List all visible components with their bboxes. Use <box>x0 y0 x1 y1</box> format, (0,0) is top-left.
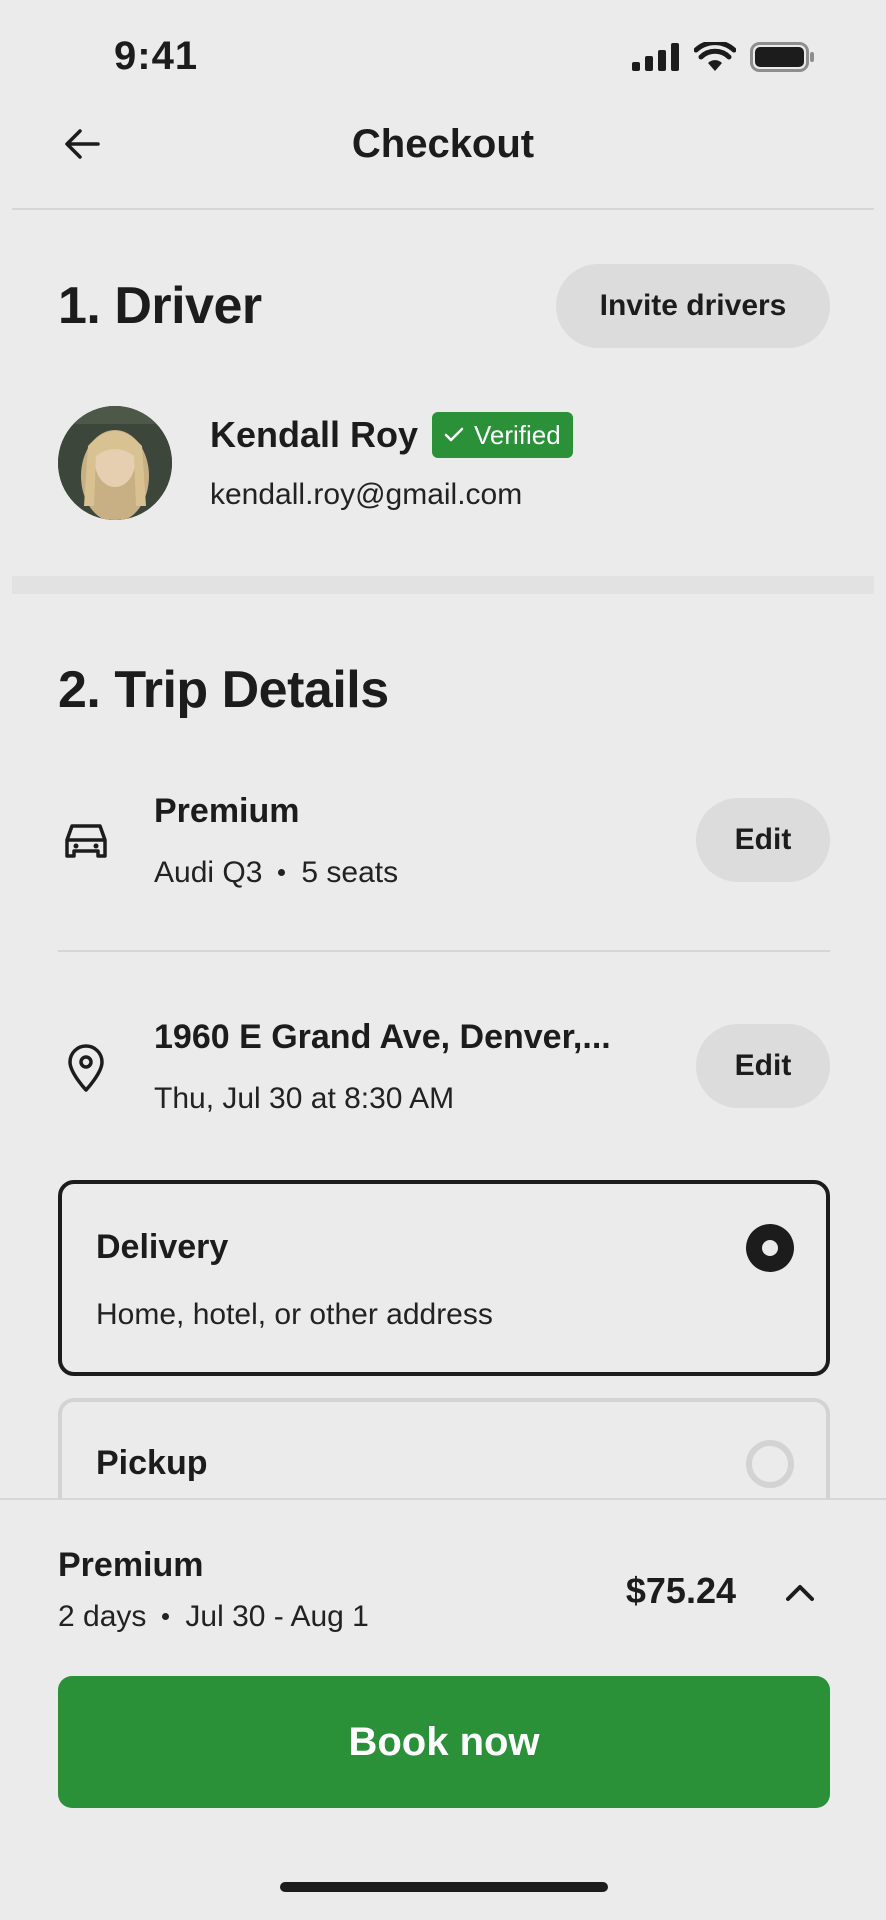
expand-summary-button[interactable] <box>780 1572 820 1612</box>
verified-label: Verified <box>474 419 561 450</box>
trip-section-title: 2. Trip Details <box>58 661 389 719</box>
home-indicator <box>280 1882 608 1892</box>
avatar-photo <box>58 406 172 520</box>
pickup-datetime: Thu, Jul 30 at 8:30 AM <box>154 1082 455 1115</box>
option-title: Delivery <box>96 1228 229 1266</box>
radio-selected[interactable] <box>746 1224 794 1272</box>
vehicle-class: Premium <box>154 792 300 830</box>
verified-badge: Verified <box>432 412 573 458</box>
book-now-button[interactable]: Book now <box>58 1676 830 1808</box>
car-icon <box>65 824 107 858</box>
radio-unselected[interactable] <box>746 1440 794 1488</box>
summary-duration: 2 days <box>58 1600 147 1633</box>
vehicle-seats: 5 seats <box>301 856 399 889</box>
signal-icon <box>632 43 679 71</box>
invite-drivers-button[interactable]: Invite drivers <box>556 264 830 348</box>
summary-title: Premium <box>58 1546 204 1584</box>
map-pin-icon <box>68 1044 104 1092</box>
status-icons <box>632 42 816 72</box>
driver-email: kendall.roy@gmail.com <box>210 478 523 511</box>
status-time: 9:41 <box>114 34 199 78</box>
dot-separator <box>162 1612 170 1620</box>
chevron-up-icon <box>786 1585 814 1601</box>
option-subtitle: Home, hotel, or other address <box>96 1298 493 1331</box>
row-divider <box>58 950 830 952</box>
vehicle-model: Audi Q3 <box>154 856 263 889</box>
summary-details: 2 days Jul 30 - Aug 1 <box>58 1600 369 1634</box>
edit-vehicle-button[interactable]: Edit <box>696 798 830 882</box>
avatar <box>58 406 172 520</box>
vehicle-details: Audi Q3 5 seats <box>154 856 398 890</box>
header-divider <box>12 208 874 210</box>
summary-dates: Jul 30 - Aug 1 <box>185 1600 369 1633</box>
driver-name: Kendall Roy <box>210 414 419 455</box>
edit-location-button[interactable]: Edit <box>696 1024 830 1108</box>
dot-separator <box>278 868 286 876</box>
option-title: Pickup <box>96 1444 208 1482</box>
summary-price: $75.24 <box>625 1570 736 1611</box>
car-icon-wrap <box>58 814 114 870</box>
map-pin-icon-wrap <box>58 1040 114 1096</box>
section-separator <box>12 576 874 594</box>
wifi-icon <box>694 42 736 71</box>
check-icon <box>444 427 464 442</box>
battery-icon <box>750 42 814 72</box>
driver-section-title: 1. Driver <box>58 277 262 335</box>
option-delivery[interactable]: Delivery Home, hotel, or other address <box>58 1180 830 1376</box>
pickup-address: 1960 E Grand Ave, Denver,... <box>154 1018 611 1056</box>
page-title: Checkout <box>351 122 535 166</box>
